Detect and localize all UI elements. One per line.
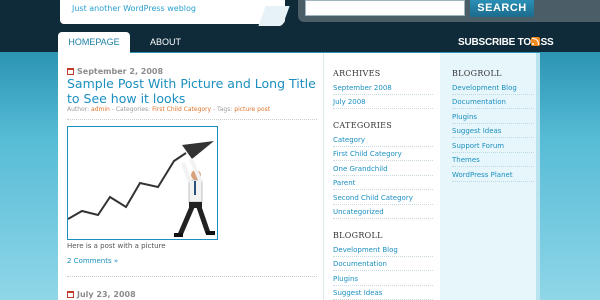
site-tagline: Just another WordPress weblog (72, 4, 197, 13)
category-link[interactable]: Second Child Category (333, 194, 433, 205)
post-caption: Here is a post with a picture (67, 242, 166, 250)
search-button[interactable]: SEARCH (470, 0, 534, 17)
blogroll-link[interactable]: Documentation (452, 98, 534, 109)
rss-icon[interactable] (531, 37, 540, 46)
divider (67, 119, 317, 120)
archive-link[interactable]: July 2008 (333, 98, 433, 109)
meta-author-link[interactable]: admin (91, 106, 110, 113)
blogroll-link[interactable]: Plugins (452, 113, 534, 124)
category-link[interactable]: First Child Category (333, 150, 433, 161)
meta-category-link[interactable]: First Child Category (152, 106, 211, 113)
archives-heading: ARCHIVES (333, 69, 381, 78)
blogroll-link[interactable]: Development Blog (452, 84, 534, 95)
blogroll-link[interactable]: Support Forum (452, 142, 534, 153)
category-link[interactable]: Parent (333, 179, 433, 190)
blogroll-heading: BLOGROLL (452, 69, 502, 78)
post-meta: Author: admin - Categories: First Child … (67, 106, 270, 113)
meta-categories-label: - Categories: (109, 106, 153, 113)
meta-tag-link[interactable]: picture post (234, 106, 270, 113)
post-title[interactable]: Sample Post With Picture and Long Title … (67, 76, 319, 106)
calendar-icon (67, 68, 74, 75)
category-link[interactable]: Category (333, 136, 433, 147)
comments-link[interactable]: 2 Comments » (67, 257, 118, 265)
divider (67, 276, 317, 277)
blogroll-link[interactable]: Themes (452, 156, 534, 167)
blogroll-link[interactable]: Documentation (333, 260, 433, 271)
archive-link[interactable]: September 2008 (333, 84, 433, 95)
post-date: July 23, 2008 (77, 290, 136, 299)
post-image (67, 126, 218, 240)
calendar-icon (67, 291, 74, 298)
tab-about[interactable]: ABOUT (150, 32, 181, 53)
meta-author-label: Author: (67, 106, 92, 113)
blogroll-heading: BLOGROLL (333, 231, 383, 240)
blogroll-link[interactable]: WordPress Planet (452, 171, 534, 182)
search-input[interactable] (305, 0, 465, 16)
categories-heading: CATEGORIES (333, 121, 393, 130)
meta-tags-label: - Tags: (211, 106, 235, 113)
tab-homepage[interactable]: HOMEPAGE (58, 32, 130, 53)
category-link[interactable]: Uncategorized (333, 208, 433, 219)
post-date: September 2, 2008 (77, 67, 164, 76)
blogroll-link[interactable]: Suggest Ideas (452, 127, 534, 138)
blogroll-link[interactable]: Development Blog (333, 246, 433, 257)
category-link[interactable]: One Grandchild (333, 165, 433, 176)
blogroll-link[interactable]: Plugins (333, 275, 433, 286)
businessman-chart-illustration (67, 141, 215, 237)
blogroll-link[interactable]: Suggest Ideas (333, 289, 433, 300)
